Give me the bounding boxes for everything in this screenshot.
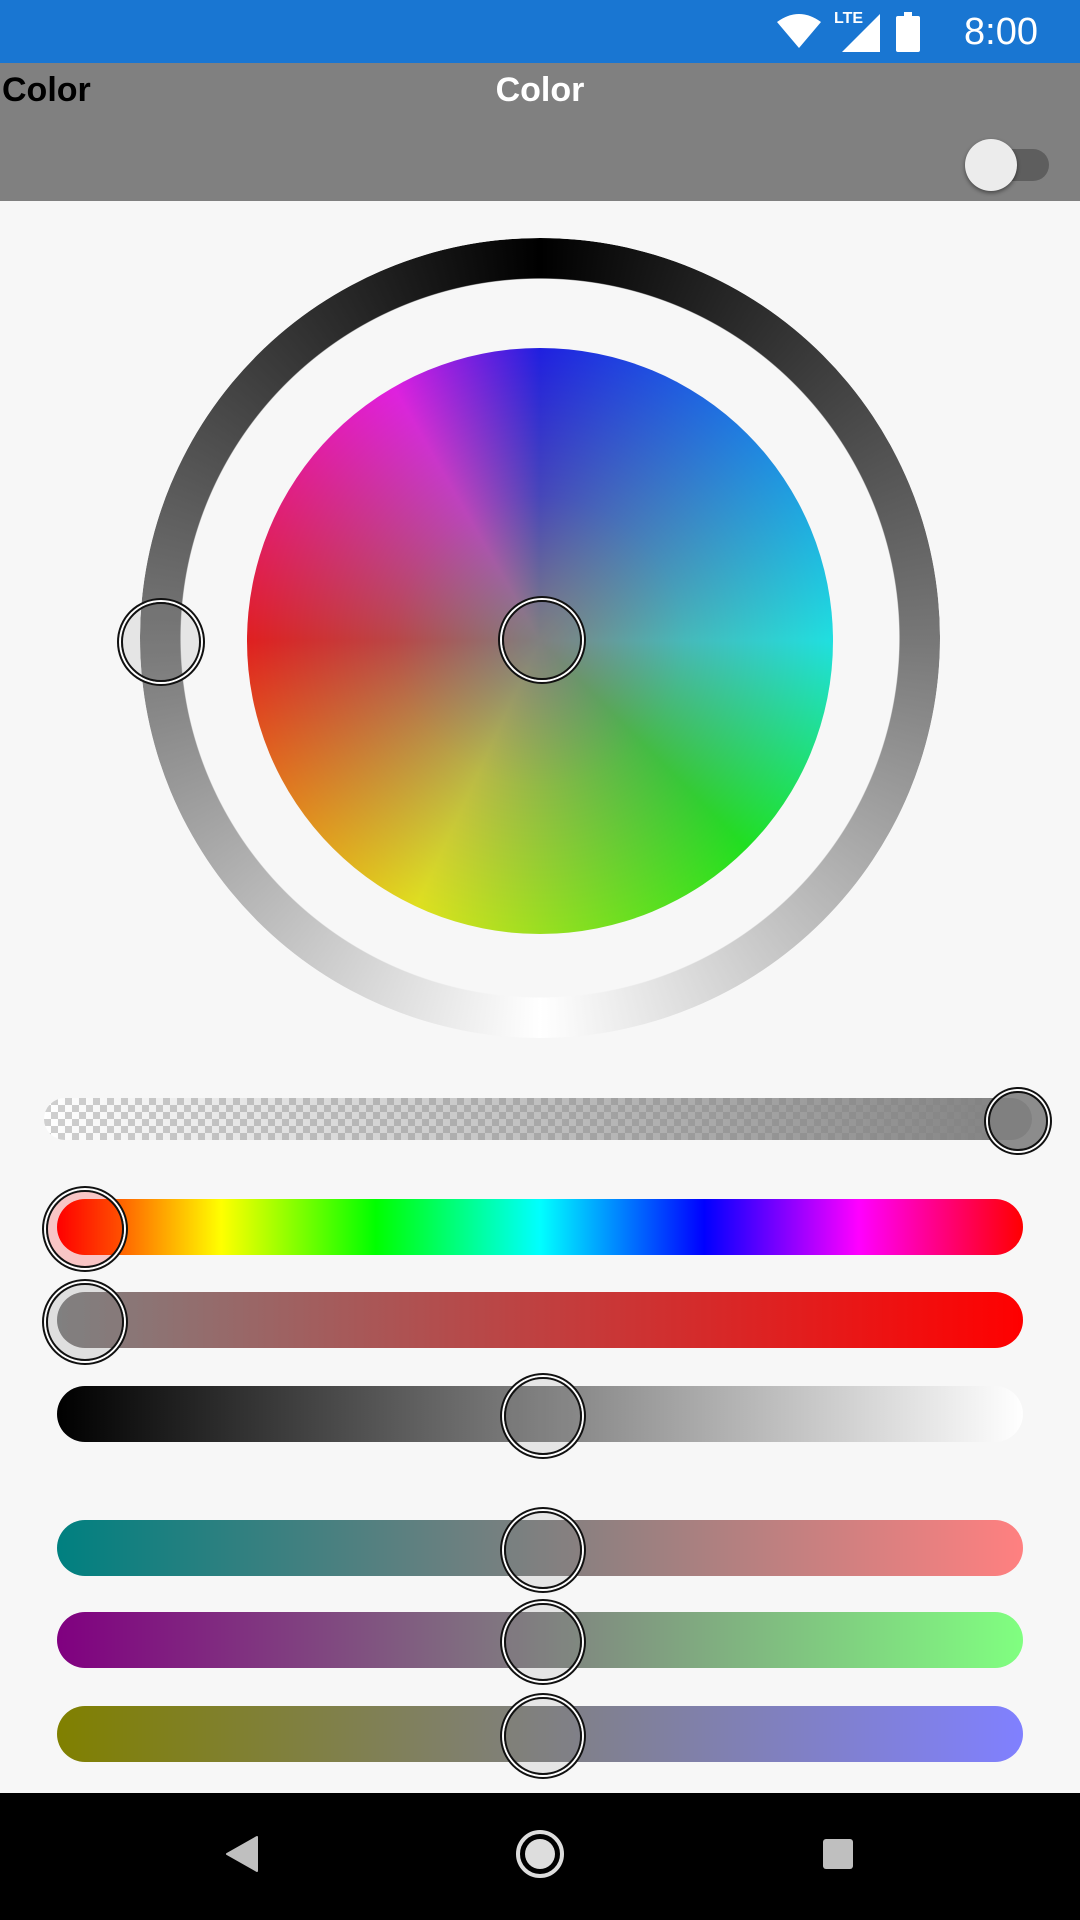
color-wheel-handle[interactable] <box>502 600 582 680</box>
app-bar: Color Color <box>0 63 1080 201</box>
toggle-switch-thumb[interactable] <box>965 139 1017 191</box>
hue-slider-handle[interactable] <box>46 1190 124 1268</box>
saturation-slider-handle[interactable] <box>46 1283 124 1361</box>
blue-slider-handle[interactable] <box>504 1697 582 1775</box>
lightness-slider-handle[interactable] <box>504 1377 582 1455</box>
back-button[interactable] <box>182 1793 302 1920</box>
app-bar-title: Color <box>495 71 585 109</box>
battery-icon <box>896 12 920 52</box>
saturation-slider[interactable] <box>57 1292 1023 1348</box>
alpha-slider-handle[interactable] <box>988 1091 1048 1151</box>
green-slider-handle[interactable] <box>504 1603 582 1681</box>
back-icon <box>225 1835 259 1878</box>
recents-icon <box>821 1837 855 1876</box>
recents-button[interactable] <box>778 1793 898 1920</box>
status-icons: LTE <box>776 10 920 54</box>
wifi-icon <box>776 14 822 50</box>
home-icon <box>514 1828 566 1885</box>
cellular-signal-icon: LTE <box>834 10 882 52</box>
home-button[interactable] <box>480 1793 600 1920</box>
network-type-label: LTE <box>834 10 864 27</box>
alpha-slider[interactable] <box>44 1098 1032 1140</box>
status-bar: LTE 8:00 <box>0 0 1080 63</box>
status-time: 8:00 <box>964 11 1038 53</box>
navigation-bar <box>0 1793 1080 1920</box>
hue-slider[interactable] <box>57 1199 1023 1255</box>
color-wheel-area <box>0 201 1080 1051</box>
red-slider-handle[interactable] <box>504 1511 582 1589</box>
brightness-ring-handle[interactable] <box>121 602 201 682</box>
